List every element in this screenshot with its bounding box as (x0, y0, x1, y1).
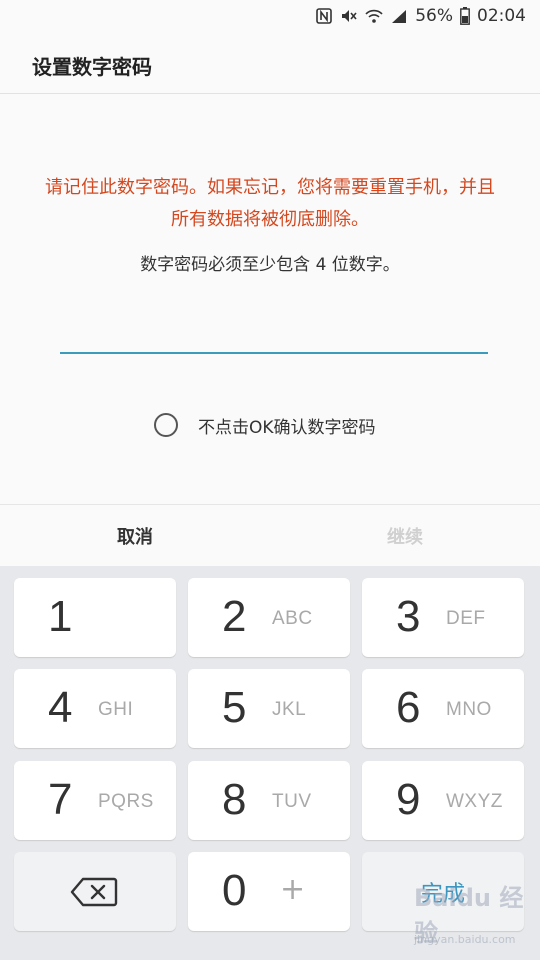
key-letters: WXYZ (446, 791, 503, 812)
done-key[interactable]: 完成 (362, 852, 524, 931)
backspace-icon (70, 877, 118, 907)
warning-line-2: 所有数据将被彻底删除。 (171, 209, 369, 230)
key-4[interactable]: 4 GHI (14, 669, 176, 748)
key-digit: 8 (222, 775, 247, 824)
key-letters: JKL (272, 699, 307, 720)
key-digit: 2 (222, 592, 247, 641)
key-digit: 4 (48, 683, 73, 732)
key-digit: 7 (48, 775, 73, 824)
pin-requirement: 数字密码必须至少包含 4 位数字。 (140, 255, 400, 275)
key-letters: ABC (272, 608, 313, 629)
status-bar: 56% 02:04 (0, 0, 540, 32)
key-digit: 5 (222, 683, 247, 732)
warning-line-1: 请记住此数字密码。如果忘记，您将需要重置手机，并且 (45, 177, 495, 198)
page-title: 设置数字密码 (32, 55, 152, 79)
key-digit: 1 (48, 592, 73, 641)
key-2[interactable]: 2 ABC (188, 578, 350, 657)
nfc-icon (315, 7, 333, 25)
pin-input[interactable] (60, 312, 488, 354)
option-label: 不点击OK确认数字密码 (198, 417, 376, 438)
key-3[interactable]: 3 DEF (362, 578, 524, 657)
warning-message: 请记住此数字密码。如果忘记，您将需要重置手机，并且 所有数据将被彻底删除。 (20, 172, 520, 236)
key-8[interactable]: 8 TUV (188, 761, 350, 840)
key-0[interactable]: 0 + (188, 852, 350, 931)
key-letters: TUV (272, 791, 312, 812)
key-plus: + (280, 872, 306, 907)
clock: 02:04 (477, 6, 526, 26)
battery-icon (460, 7, 470, 25)
wifi-icon (365, 7, 383, 25)
title-bar: 设置数字密码 (0, 32, 540, 94)
mute-icon (340, 7, 358, 25)
radio-button[interactable] (154, 413, 178, 437)
continue-button[interactable]: 继续 (270, 505, 540, 566)
key-digit: 6 (396, 683, 421, 732)
key-7[interactable]: 7 PQRS (14, 761, 176, 840)
key-letters: MNO (446, 699, 492, 720)
confirm-without-ok-option[interactable]: 不点击OK确认数字密码 (154, 410, 376, 440)
key-letters: PQRS (98, 791, 154, 812)
key-9[interactable]: 9 WXYZ (362, 761, 524, 840)
key-letters: GHI (98, 699, 134, 720)
key-6[interactable]: 6 MNO (362, 669, 524, 748)
key-letters: DEF (446, 608, 486, 629)
key-digit: 0 (222, 866, 247, 915)
key-1[interactable]: 1 (14, 578, 176, 657)
done-label: 完成 (420, 882, 465, 907)
battery-percent: 56% (415, 6, 453, 26)
key-digit: 9 (396, 775, 421, 824)
action-bar: 取消 继续 (0, 504, 540, 566)
key-digit: 3 (396, 592, 421, 641)
backspace-key[interactable] (14, 852, 176, 931)
signal-icon (390, 7, 408, 25)
key-5[interactable]: 5 JKL (188, 669, 350, 748)
cancel-button[interactable]: 取消 (0, 505, 270, 566)
numeric-keypad: 1 2 ABC 3 DEF 4 GHI 5 JKL 6 MNO 7 PQRS 8… (0, 566, 540, 960)
